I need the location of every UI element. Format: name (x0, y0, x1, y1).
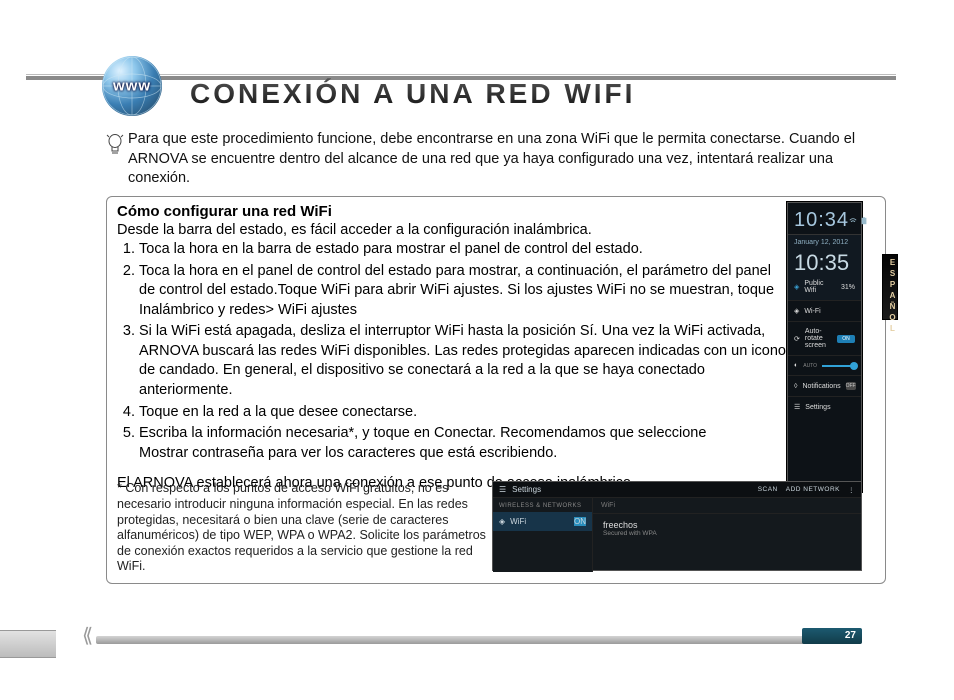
panel-date: January 12, 2012 (794, 239, 848, 246)
box-heading: Cómo configurar una red WiFi (117, 203, 875, 220)
box-lead: Desde la barra del estado, es fácil acce… (117, 222, 875, 238)
step-item: Toque en la red a la que desee conectars… (139, 403, 787, 423)
wifi-settings-screenshot: ☰ Settings SCAN ADD NETWORK ⋮ WIRELESS &… (492, 481, 862, 571)
steps-list: Toca la hora en la barra de estado para … (117, 240, 787, 463)
footer-bracket-icon: ⟪ (82, 623, 87, 648)
menu-icon: ⋮ (848, 486, 855, 494)
step-item: Escriba la información necesaria*, y toq… (139, 424, 787, 463)
globe-icon: www (102, 56, 162, 116)
brightness-icon: ◐ (794, 362, 798, 369)
public-wifi-signal: 31% (841, 284, 855, 291)
wifi-main-header: WiFi (593, 498, 861, 514)
battery-icon (860, 217, 868, 225)
network-security: Secured with WPA (603, 530, 851, 537)
footer-rule (96, 636, 856, 644)
panel-row-label: Notifications (802, 383, 840, 390)
globe-www-label: www (102, 78, 162, 95)
panel-row-label: Auto-rotate screen (805, 328, 832, 349)
bell-icon: ◊ (794, 383, 797, 390)
add-network-action: ADD NETWORK (786, 486, 840, 494)
public-wifi-label: Public Wifi (804, 280, 832, 294)
toggle-off: OFF (846, 382, 856, 390)
wifi-icon: ◈ (794, 283, 799, 291)
step-item: Toca la hora en la barra de estado para … (139, 240, 787, 260)
step-item: Si la WiFi está apagada, desliza el inte… (139, 322, 787, 400)
language-tab: ESPAÑOL (882, 254, 898, 320)
lightbulb-icon (106, 134, 124, 156)
scan-action: SCAN (758, 486, 778, 494)
network-name: freechos (603, 520, 851, 530)
wifi-toggle: ON (574, 517, 586, 526)
side-wifi-label: WiFi (510, 517, 526, 526)
toggle-on: ON (837, 335, 855, 343)
status-panel-screenshot: 10:34 January 12, 2012 10:35 ◈ Public Wi… (787, 202, 862, 492)
wifi-icon: ◈ (794, 307, 799, 315)
sliders-icon: ☰ (499, 485, 506, 494)
intro-paragraph: Para que este procedimiento funcione, de… (128, 130, 888, 189)
wifi-icon: ◈ (499, 517, 505, 526)
binder-edge (0, 630, 56, 658)
box-footnote: * Con respecto a los puntos de acceso Wi… (117, 481, 487, 575)
settings-header: Settings (512, 485, 541, 494)
sliders-icon: ☰ (794, 403, 800, 411)
wifi-icon (849, 217, 857, 225)
panel-big-time: 10:35 (788, 250, 861, 280)
step-item: Toca la hora en el panel de control del … (139, 262, 787, 321)
side-category: WIRELESS & NETWORKS (493, 498, 592, 512)
panel-row-label: AUTO (803, 363, 817, 369)
brightness-slider (822, 365, 855, 367)
page-number: 27 (802, 628, 862, 644)
page-title: CONEXIÓN A UNA RED WIFI (190, 78, 635, 110)
panel-row-label: Settings (805, 404, 855, 411)
status-time: 10:34 (794, 209, 849, 232)
panel-row-label: Wi-Fi (804, 308, 855, 315)
rotate-icon: ⟳ (794, 335, 800, 343)
